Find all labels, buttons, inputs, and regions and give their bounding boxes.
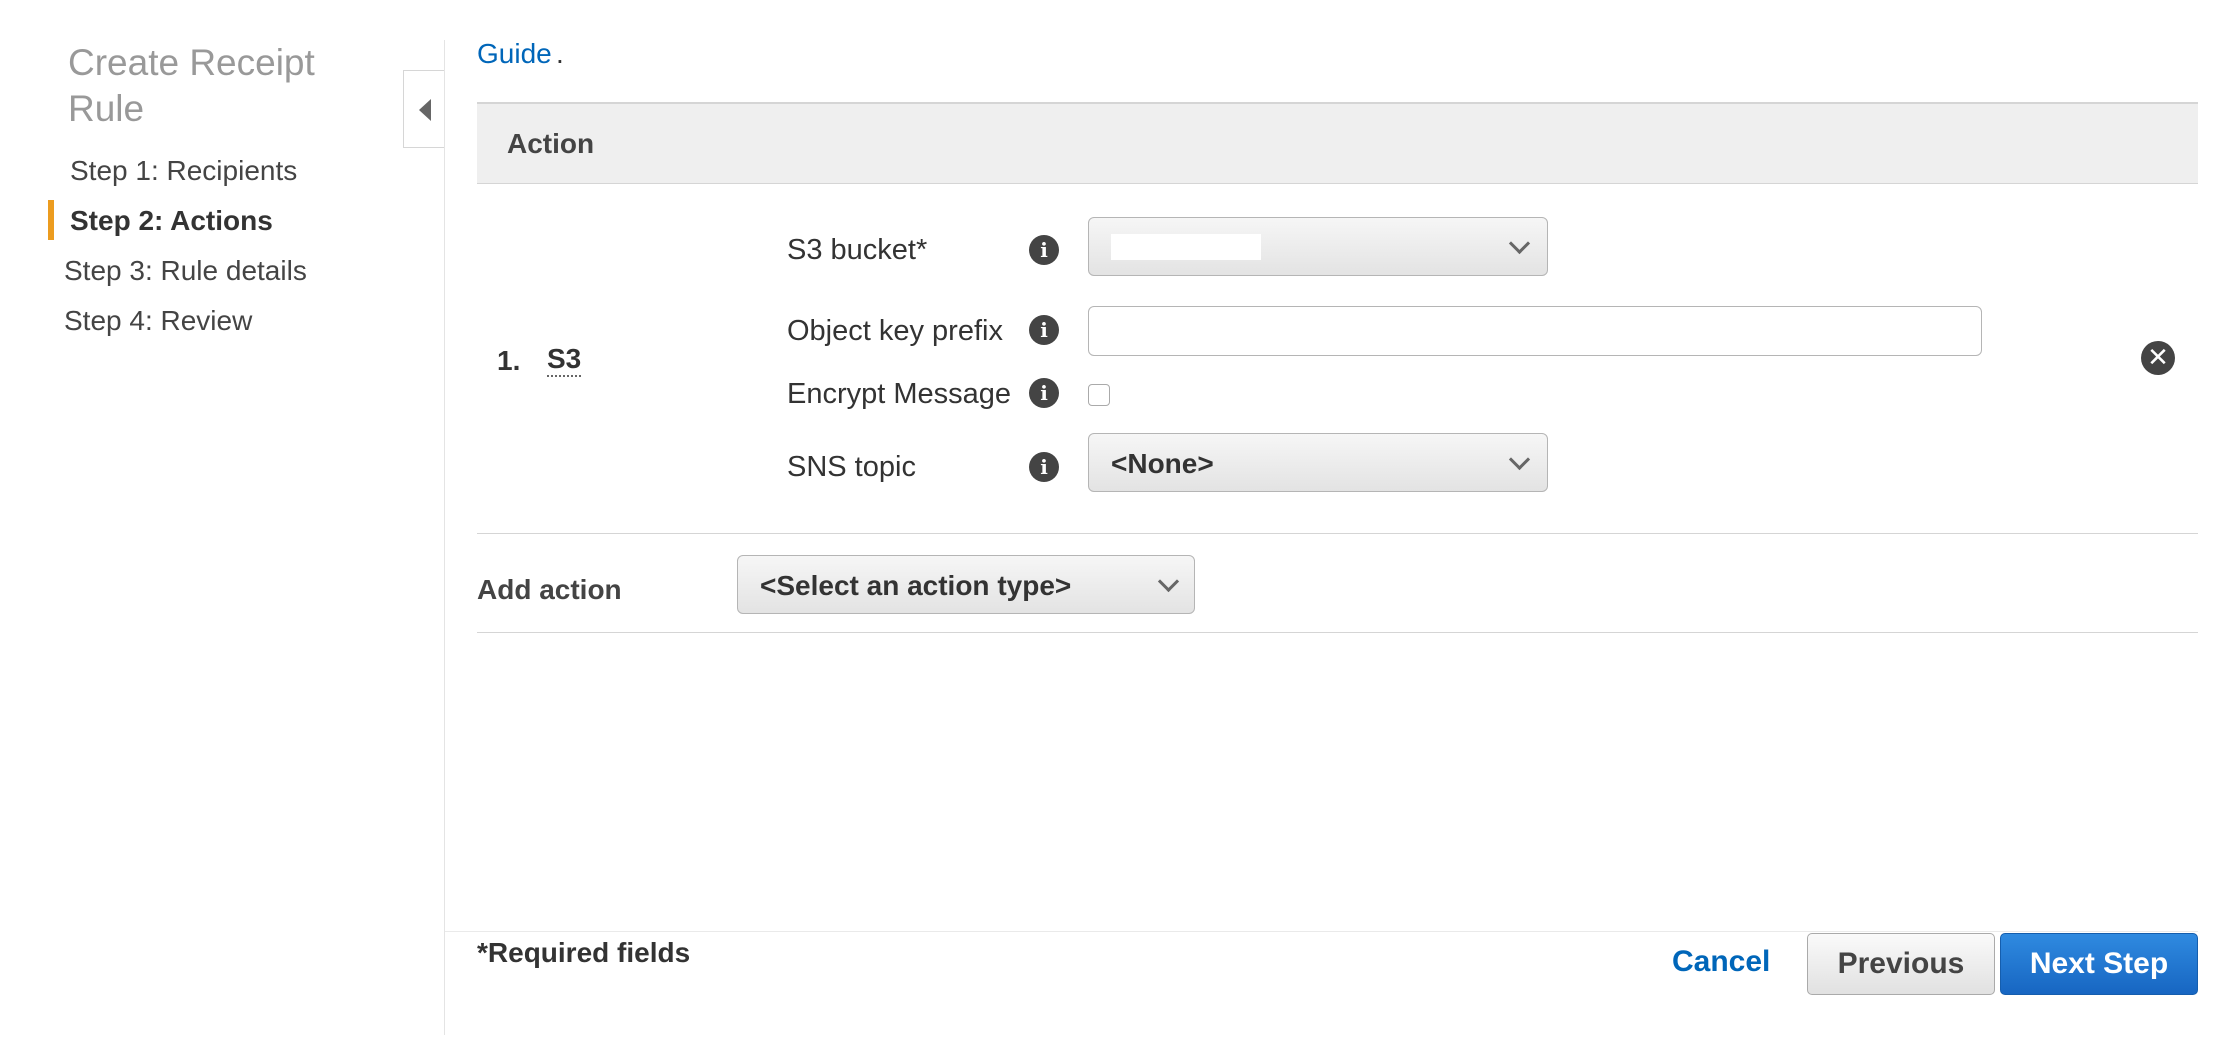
info-icon[interactable]: i bbox=[1029, 315, 1059, 345]
step-4-review[interactable]: Step 4: Review bbox=[64, 305, 252, 337]
wizard-sidebar: Create Receipt Rule Step 1: Recipients S… bbox=[0, 0, 445, 1054]
step-2-actions[interactable]: Step 2: Actions bbox=[70, 205, 273, 237]
sns-topic-label: SNS topic bbox=[787, 451, 916, 483]
action-type-label[interactable]: S3 bbox=[547, 343, 582, 377]
sidebar-divider bbox=[444, 40, 445, 1035]
required-fields-note: *Required fields bbox=[477, 937, 691, 968]
remove-circle-icon[interactable]: ✕ bbox=[2141, 341, 2175, 375]
info-icon[interactable]: i bbox=[1029, 452, 1059, 482]
object-key-prefix-input[interactable] bbox=[1088, 306, 1982, 356]
guide-period: . bbox=[556, 38, 564, 69]
triangle-left-icon bbox=[419, 99, 431, 121]
cancel-button[interactable]: Cancel bbox=[1672, 945, 1770, 979]
redacted-value bbox=[1111, 234, 1261, 260]
action-type-select[interactable]: <Select an action type> bbox=[737, 555, 1195, 614]
step-1-recipients[interactable]: Step 1: Recipients bbox=[70, 155, 297, 187]
action-type-value: <Select an action type> bbox=[760, 570, 1072, 601]
s3-bucket-select[interactable] bbox=[1088, 217, 1548, 276]
action-section-header: Action bbox=[477, 102, 2198, 184]
add-action-divider bbox=[477, 632, 2198, 633]
next-step-button[interactable]: Next Step bbox=[2000, 933, 2198, 995]
object-key-prefix-label: Object key prefix bbox=[787, 315, 1003, 347]
info-icon[interactable]: i bbox=[1029, 378, 1059, 408]
previous-button[interactable]: Previous bbox=[1807, 933, 1995, 995]
sns-topic-value: <None> bbox=[1111, 448, 1214, 479]
action-header-label: Action bbox=[507, 128, 595, 159]
encrypt-message-label: Encrypt Message bbox=[787, 378, 1012, 410]
sidebar-collapse-toggle[interactable] bbox=[403, 70, 445, 148]
wizard-title: Create Receipt Rule bbox=[68, 42, 315, 129]
action-divider bbox=[477, 533, 2198, 534]
guide-link[interactable]: Guide bbox=[477, 38, 552, 70]
encrypt-message-checkbox[interactable] bbox=[1088, 384, 1110, 406]
step-3-rule-details[interactable]: Step 3: Rule details bbox=[64, 255, 307, 287]
footer-divider bbox=[445, 931, 2198, 932]
add-action-label: Add action bbox=[477, 574, 622, 605]
chevron-down-icon bbox=[1157, 570, 1180, 593]
action-number: 1. bbox=[497, 345, 521, 376]
chevron-down-icon bbox=[1508, 448, 1531, 471]
chevron-down-icon bbox=[1508, 232, 1531, 255]
sns-topic-select[interactable]: <None> bbox=[1088, 433, 1548, 492]
info-icon[interactable]: i bbox=[1029, 235, 1059, 265]
s3-bucket-label: S3 bucket* bbox=[787, 234, 928, 266]
active-step-marker bbox=[48, 200, 54, 240]
